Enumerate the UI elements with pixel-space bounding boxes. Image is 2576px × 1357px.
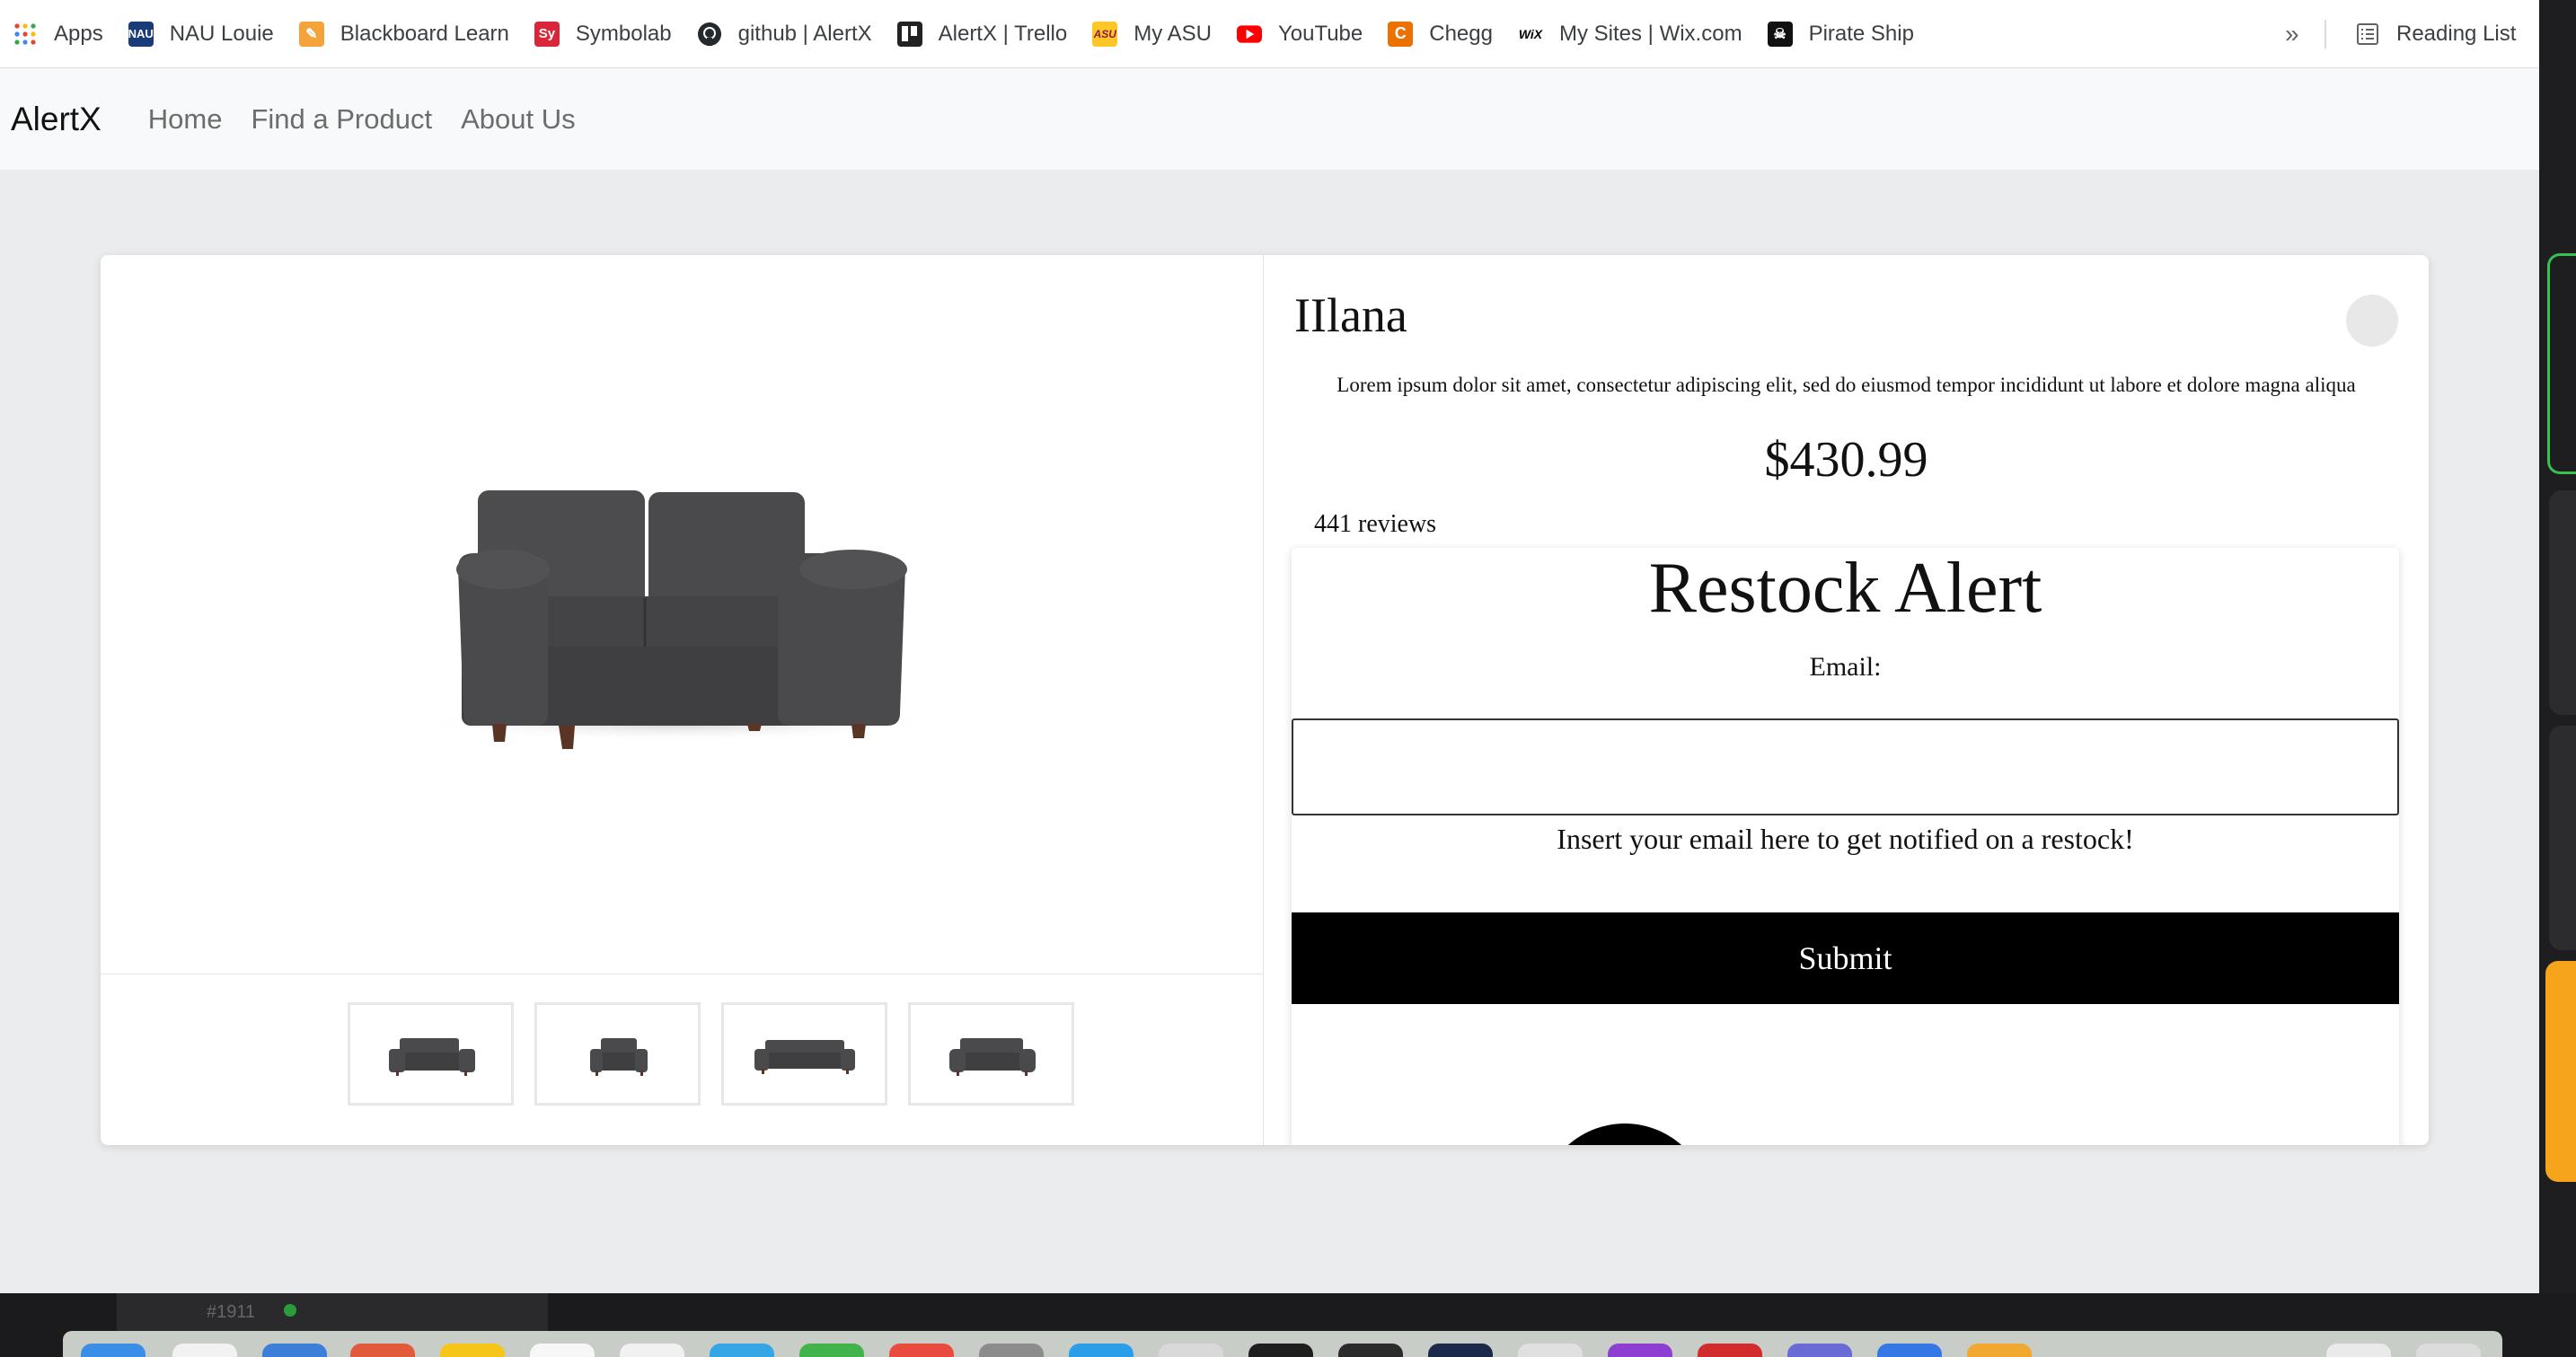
background-window-label: #1911 xyxy=(207,1301,256,1322)
reading-list-button[interactable]: Reading List xyxy=(2342,0,2528,68)
bookmark-label: My Sites | Wix.com xyxy=(1558,21,1742,46)
dock-trash-icon[interactable] xyxy=(2326,1344,2391,1357)
bookmark-label: My ASU xyxy=(1134,21,1212,46)
product-price: $430.99 xyxy=(1764,432,1928,488)
dock-app-icon[interactable] xyxy=(1518,1344,1583,1357)
symbolab-icon: Sy xyxy=(534,21,560,47)
bookmark-label: Apps xyxy=(54,21,103,46)
dock-app-icon[interactable] xyxy=(1069,1344,1134,1357)
dock-app-icon[interactable] xyxy=(2416,1344,2481,1357)
nav-home[interactable]: Home xyxy=(148,103,223,136)
bookmark-my-asu[interactable]: ASU My ASU xyxy=(1080,0,1224,68)
dock-app-icon[interactable] xyxy=(262,1344,327,1357)
dock-app-icon[interactable] xyxy=(1428,1344,1493,1357)
thumbnail-armchair[interactable] xyxy=(534,1002,701,1106)
bookmark-label: Chegg xyxy=(1429,21,1493,46)
product-description: Lorem ipsum dolor sit amet, consectetur … xyxy=(1337,374,2356,396)
bookmark-apps[interactable]: Apps xyxy=(0,0,116,68)
pirate-icon: ☠ xyxy=(1767,21,1793,47)
dock-app-icon[interactable] xyxy=(1967,1344,2032,1357)
macos-dock xyxy=(63,1331,2502,1357)
dock-app-icon[interactable] xyxy=(1877,1344,1942,1357)
reading-list-icon xyxy=(2355,22,2380,47)
bookmark-chegg[interactable]: C Chegg xyxy=(1375,0,1505,68)
site-navbar: AlertX Home Find a Product About Us xyxy=(0,68,2539,170)
bookmarks-overflow-button[interactable]: » xyxy=(2285,0,2299,68)
bookmark-label: Symbolab xyxy=(575,21,672,46)
thumbnail-sofa[interactable] xyxy=(721,1002,887,1106)
background-panel xyxy=(2549,490,2576,715)
bookmark-label: github | AlertX xyxy=(737,21,872,46)
submit-button[interactable]: Submit xyxy=(1292,912,2399,1004)
product-reviews[interactable]: 441 reviews xyxy=(1314,510,1436,539)
bookmark-label: YouTube xyxy=(1277,21,1363,46)
chegg-icon: C xyxy=(1388,21,1414,47)
dock-app-icon[interactable] xyxy=(350,1344,415,1357)
background-panel-green xyxy=(2547,253,2576,474)
restock-alert-title: Restock Alert xyxy=(1648,549,2042,628)
thumbnail-loveseat[interactable] xyxy=(348,1002,514,1106)
email-label: Email: xyxy=(1809,652,1882,682)
asu-icon: ASU xyxy=(1092,21,1118,47)
product-details: IIlana Lorem ipsum dolor sit amet, conse… xyxy=(1264,255,2429,1145)
product-gallery xyxy=(101,255,1264,1145)
dock-app-icon[interactable] xyxy=(1248,1344,1313,1357)
nav-about-us[interactable]: About Us xyxy=(461,103,576,136)
product-card: IIlana Lorem ipsum dolor sit amet, conse… xyxy=(101,255,2429,1145)
dock-app-icon[interactable] xyxy=(1787,1344,1852,1357)
thumbnail-loveseat-alt[interactable] xyxy=(908,1002,1074,1106)
dock-app-icon[interactable] xyxy=(530,1344,595,1357)
dock-app-icon[interactable] xyxy=(620,1344,684,1357)
dock-app-icon[interactable] xyxy=(979,1344,1044,1357)
dock-app-icon[interactable] xyxy=(1159,1344,1223,1357)
bookmark-label: NAU Louie xyxy=(169,21,274,46)
bookmark-label: Pirate Ship xyxy=(1808,21,1914,46)
dock-app-icon[interactable] xyxy=(1608,1344,1672,1357)
product-name: IIlana xyxy=(1294,288,1407,342)
bookmark-nau-louie[interactable]: NAU NAU Louie xyxy=(116,0,287,68)
trello-icon xyxy=(896,21,922,47)
dock-app-icon[interactable] xyxy=(440,1344,505,1357)
bookmark-trello[interactable]: AlertX | Trello xyxy=(885,0,1081,68)
background-panel-orange xyxy=(2545,961,2576,1182)
dock-app-icon[interactable] xyxy=(799,1344,864,1357)
bookmark-youtube[interactable]: YouTube xyxy=(1224,0,1375,68)
bookmark-github[interactable]: github | AlertX xyxy=(684,0,885,68)
email-help-text: Insert your email here to get notified o… xyxy=(1557,823,2134,855)
bookmark-wix[interactable]: WiX My Sites | Wix.com xyxy=(1505,0,1755,68)
bookmark-pirate-ship[interactable]: ☠ Pirate Ship xyxy=(1755,0,1927,68)
dock-app-icon[interactable] xyxy=(889,1344,954,1357)
youtube-icon xyxy=(1236,22,1262,47)
reading-list-label: Reading List xyxy=(2396,22,2517,46)
restock-alert-form: Restock Alert Email: Insert your email h… xyxy=(1292,548,2399,1145)
dock-app-icon[interactable] xyxy=(1698,1344,1762,1357)
dock-app-icon[interactable] xyxy=(81,1344,146,1357)
background-panel xyxy=(2549,726,2576,950)
product-thumbnails xyxy=(101,974,1263,1145)
site-brand[interactable]: AlertX xyxy=(11,101,101,138)
dock-app-icon[interactable] xyxy=(2057,1344,2122,1357)
bookmark-blackboard[interactable]: ✎ Blackboard Learn xyxy=(287,0,522,68)
bookmarks-divider xyxy=(2325,20,2326,48)
github-icon xyxy=(697,22,722,47)
favorite-button[interactable] xyxy=(2346,295,2398,347)
pencil-icon: ✎ xyxy=(298,21,324,47)
bookmark-label: Blackboard Learn xyxy=(340,21,509,46)
nav-find-product[interactable]: Find a Product xyxy=(251,103,432,136)
dock-app-icon[interactable] xyxy=(172,1344,237,1357)
dock-app-icon[interactable] xyxy=(1338,1344,1403,1357)
apps-grid-icon xyxy=(13,22,38,47)
background-window-bar: #1911 xyxy=(117,1293,548,1331)
wix-icon: WiX xyxy=(1518,26,1543,41)
email-input[interactable] xyxy=(1292,718,2399,815)
bookmark-symbolab[interactable]: Sy Symbolab xyxy=(522,0,684,68)
nau-icon: NAU xyxy=(128,21,154,47)
browser-window: Apps NAU NAU Louie ✎ Blackboard Learn Sy… xyxy=(0,0,2539,1293)
product-main-image xyxy=(101,255,1263,974)
dock-app-icon[interactable] xyxy=(710,1344,774,1357)
bookmarks-bar: Apps NAU NAU Louie ✎ Blackboard Learn Sy… xyxy=(0,0,2539,68)
bookmark-label: AlertX | Trello xyxy=(938,21,1068,46)
status-dot xyxy=(284,1304,296,1317)
